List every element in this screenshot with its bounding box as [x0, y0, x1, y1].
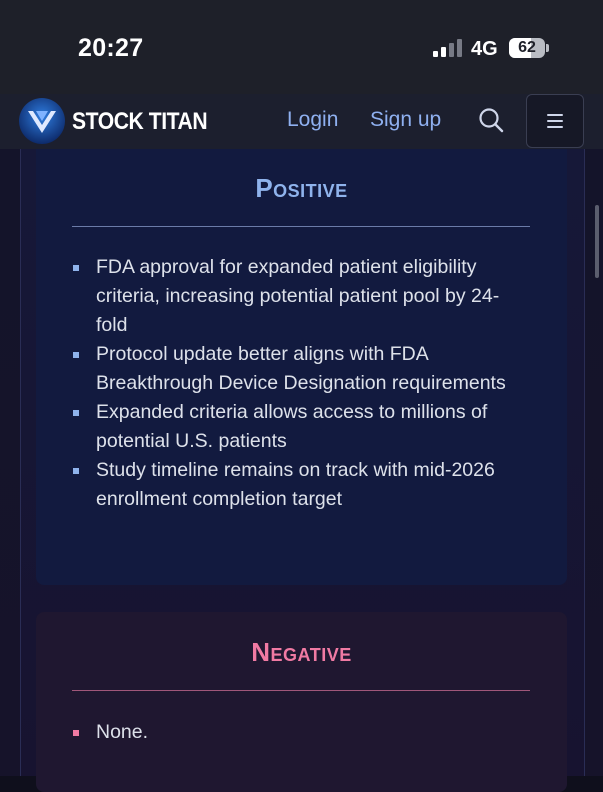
battery-tip — [546, 44, 549, 52]
positive-divider — [72, 226, 530, 227]
negative-card: Negative None. — [36, 612, 567, 792]
battery-level: 62 — [518, 39, 536, 56]
bullet-icon — [73, 730, 79, 736]
network-type: 4G — [471, 38, 498, 60]
negative-list: None. — [72, 718, 512, 747]
bullet-icon — [73, 468, 79, 474]
list-item: FDA approval for expanded patient eligib… — [72, 253, 512, 340]
brand-name[interactable]: STOCK TITAN — [72, 108, 208, 136]
search-icon[interactable] — [478, 107, 504, 133]
bullet-icon — [73, 352, 79, 358]
list-item-text: Study timeline remains on track with mid… — [96, 459, 495, 510]
list-item: None. — [72, 718, 512, 747]
positive-list: FDA approval for expanded patient eligib… — [72, 253, 512, 514]
list-item-text: Protocol update better aligns with FDA B… — [96, 343, 506, 394]
top-nav: STOCK TITAN Login Sign up — [0, 94, 603, 149]
positive-title: Positive — [255, 173, 348, 203]
status-time: 20:27 — [78, 34, 144, 62]
status-bar: 20:27 4G 62 — [0, 0, 603, 94]
signal-icon — [433, 39, 463, 57]
list-item: Expanded criteria allows access to milli… — [72, 398, 512, 456]
bullet-icon — [73, 410, 79, 416]
positive-card: Positive FDA approval for expanded patie… — [36, 149, 567, 585]
list-item-text: None. — [96, 721, 149, 743]
signup-link[interactable]: Sign up — [370, 108, 441, 132]
stock-titan-logo-icon[interactable] — [18, 97, 66, 145]
list-item-text: FDA approval for expanded patient eligib… — [96, 256, 500, 336]
list-item: Protocol update better aligns with FDA B… — [72, 340, 512, 398]
negative-divider — [72, 690, 530, 691]
hamburger-menu-button[interactable] — [526, 94, 584, 148]
scrollbar[interactable] — [595, 205, 599, 278]
battery-icon: 62 — [509, 38, 545, 58]
negative-title: Negative — [251, 637, 352, 667]
list-item: Study timeline remains on track with mid… — [72, 456, 512, 514]
list-item-text: Expanded criteria allows access to milli… — [96, 401, 488, 452]
login-link[interactable]: Login — [287, 108, 338, 132]
bullet-icon — [73, 265, 79, 271]
